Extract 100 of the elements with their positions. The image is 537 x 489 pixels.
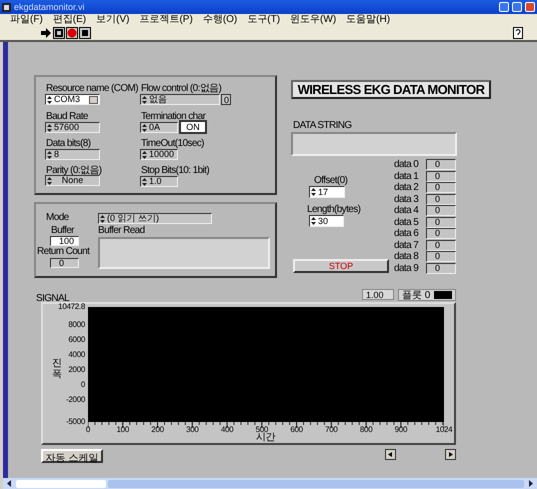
spinner-arrows-icon[interactable] — [47, 96, 52, 104]
y-tick-label: 2000 — [68, 366, 85, 374]
data-field: 0 — [426, 205, 456, 216]
pause-icon[interactable] — [79, 26, 91, 38]
data-field: 0 — [426, 216, 456, 228]
legend-value: 1.00 — [362, 289, 394, 300]
field-label: Stop Bits(10: 1bit) — [141, 166, 210, 176]
x-tick-label: 500 — [254, 426, 268, 434]
spinner-arrows-icon[interactable] — [142, 96, 147, 104]
spinner-arrows-icon[interactable] — [47, 177, 52, 185]
y-tick-label: 10472.8 — [58, 303, 85, 311]
spinner-arrows-icon[interactable] — [47, 124, 52, 132]
numeric-field[interactable]: 1.0 — [140, 176, 178, 187]
scroll-left-button[interactable] — [385, 449, 396, 460]
menu-item[interactable]: 파일(F) — [10, 14, 43, 25]
numeric-field[interactable]: 8 — [45, 149, 100, 160]
field-label: Length(bytes) — [307, 205, 360, 215]
data-field: 0 — [426, 240, 456, 250]
numeric-field[interactable]: 57600 — [45, 122, 100, 133]
x-tick-label: 800 — [358, 426, 374, 434]
data-field: 0 — [426, 170, 456, 182]
field-label: data 3 — [394, 194, 418, 204]
numeric-field[interactable]: 10000 — [140, 149, 178, 160]
x-tick-label: 900 — [394, 426, 408, 434]
return-count-field: 0 — [50, 258, 79, 268]
field-label: data 9 — [394, 264, 418, 274]
x-tick-label: 100 — [116, 426, 130, 434]
field-label: data 7 — [394, 240, 418, 250]
chart-title: SIGNAL — [36, 294, 70, 304]
ring-control[interactable]: None — [45, 175, 100, 186]
close-button[interactable] — [525, 2, 535, 12]
menu-item[interactable]: 도움말(H) — [346, 14, 390, 25]
field-label: TimeOut(10sec) — [141, 139, 204, 149]
run-continuously-icon[interactable] — [53, 26, 65, 38]
numeric-field[interactable]: 없음 — [140, 94, 220, 105]
field-label: DATA STRING — [293, 121, 352, 131]
run-arrow-icon[interactable] — [40, 26, 52, 38]
menu-item[interactable]: 편집(E) — [52, 14, 86, 25]
field-label: Flow control (0:없음) — [141, 84, 222, 94]
x-tick-label: 700 — [324, 426, 339, 434]
window-title: ekgdatamonitor.vi — [14, 2, 86, 12]
field-label: Return Count — [37, 247, 90, 257]
menu-item[interactable]: 윈도우(W) — [290, 14, 336, 25]
data-field: 0 — [426, 159, 456, 170]
y-tick-label: -5000 — [66, 418, 85, 426]
x-tick-label: 400 — [220, 426, 234, 434]
field-label: data 5 — [394, 218, 418, 228]
menu-item[interactable]: 수행(O) — [202, 14, 238, 25]
toggle-button[interactable]: ON — [179, 120, 207, 134]
buffer-field[interactable]: 100 — [50, 236, 79, 246]
spinner-arrows-icon[interactable] — [311, 217, 316, 225]
y-axis-label: 진폭 — [52, 358, 62, 380]
scroll-right-button[interactable] — [445, 449, 456, 460]
spinner-arrows-icon[interactable] — [47, 151, 52, 159]
field-label: Offset(0) — [314, 176, 348, 186]
data-field: 0 — [426, 262, 456, 274]
value-indicator: 0 — [221, 94, 231, 105]
abort-icon[interactable] — [66, 26, 78, 38]
field-label: Buffer Read — [98, 226, 145, 236]
x-axis-label: 시간 — [256, 433, 275, 443]
field-label: data 4 — [394, 206, 418, 216]
panel-heading: WIRELESS EKG DATA MONITOR — [291, 80, 491, 99]
x-tick-label: 0 — [84, 426, 92, 434]
scroll-thumb[interactable] — [16, 480, 106, 488]
horizontal-scrollbar[interactable] — [108, 480, 524, 488]
spinner-arrows-icon[interactable] — [142, 151, 147, 159]
spinner-arrows-icon[interactable] — [311, 188, 316, 196]
offset-field[interactable]: 17 — [309, 186, 345, 198]
length-field[interactable]: 30 — [309, 215, 344, 227]
field-label: Resource name (COM) — [46, 84, 138, 94]
numeric-field[interactable]: 0A — [140, 122, 178, 133]
field-label: data 8 — [394, 252, 418, 262]
menu-item[interactable]: 보기(V) — [96, 14, 130, 25]
spinner-arrows-icon[interactable] — [142, 124, 147, 132]
plot-legend[interactable]: 플롯 0 — [398, 289, 456, 301]
field-label: Parity (0:없음) — [46, 166, 102, 176]
spinner-arrows-icon[interactable] — [142, 178, 147, 186]
data-field: 0 — [426, 182, 456, 193]
menu-item[interactable]: 프로젝트(P) — [139, 14, 193, 25]
data-field: 0 — [426, 251, 456, 262]
spinner-arrows-icon[interactable] — [100, 215, 105, 223]
data-field: 0 — [426, 194, 456, 204]
minimize-button[interactable] — [499, 2, 509, 12]
data-field: 0 — [426, 228, 456, 239]
field-label: Baud Rate — [46, 112, 88, 122]
mode-field[interactable]: (0 읽기 쓰기) — [98, 213, 212, 224]
field-label: Termination char — [141, 112, 206, 122]
resource-dropdown[interactable]: COM3 — [45, 94, 100, 105]
field-label: data 0 — [394, 160, 418, 170]
y-tick-label: -2000 — [66, 396, 85, 404]
field-label: data 6 — [394, 229, 418, 239]
y-tick-label: 8000 — [68, 321, 85, 330]
field-label: Data bits(8) — [46, 139, 90, 149]
field-label: Mode — [46, 213, 69, 223]
x-tick-label: 600 — [289, 426, 304, 434]
maximize-button[interactable] — [512, 2, 522, 12]
field-label: data 1 — [394, 172, 418, 182]
y-tick-label: 6000 — [68, 336, 85, 344]
help-icon[interactable] — [513, 26, 523, 38]
menu-item[interactable]: 도구(T) — [247, 14, 280, 25]
